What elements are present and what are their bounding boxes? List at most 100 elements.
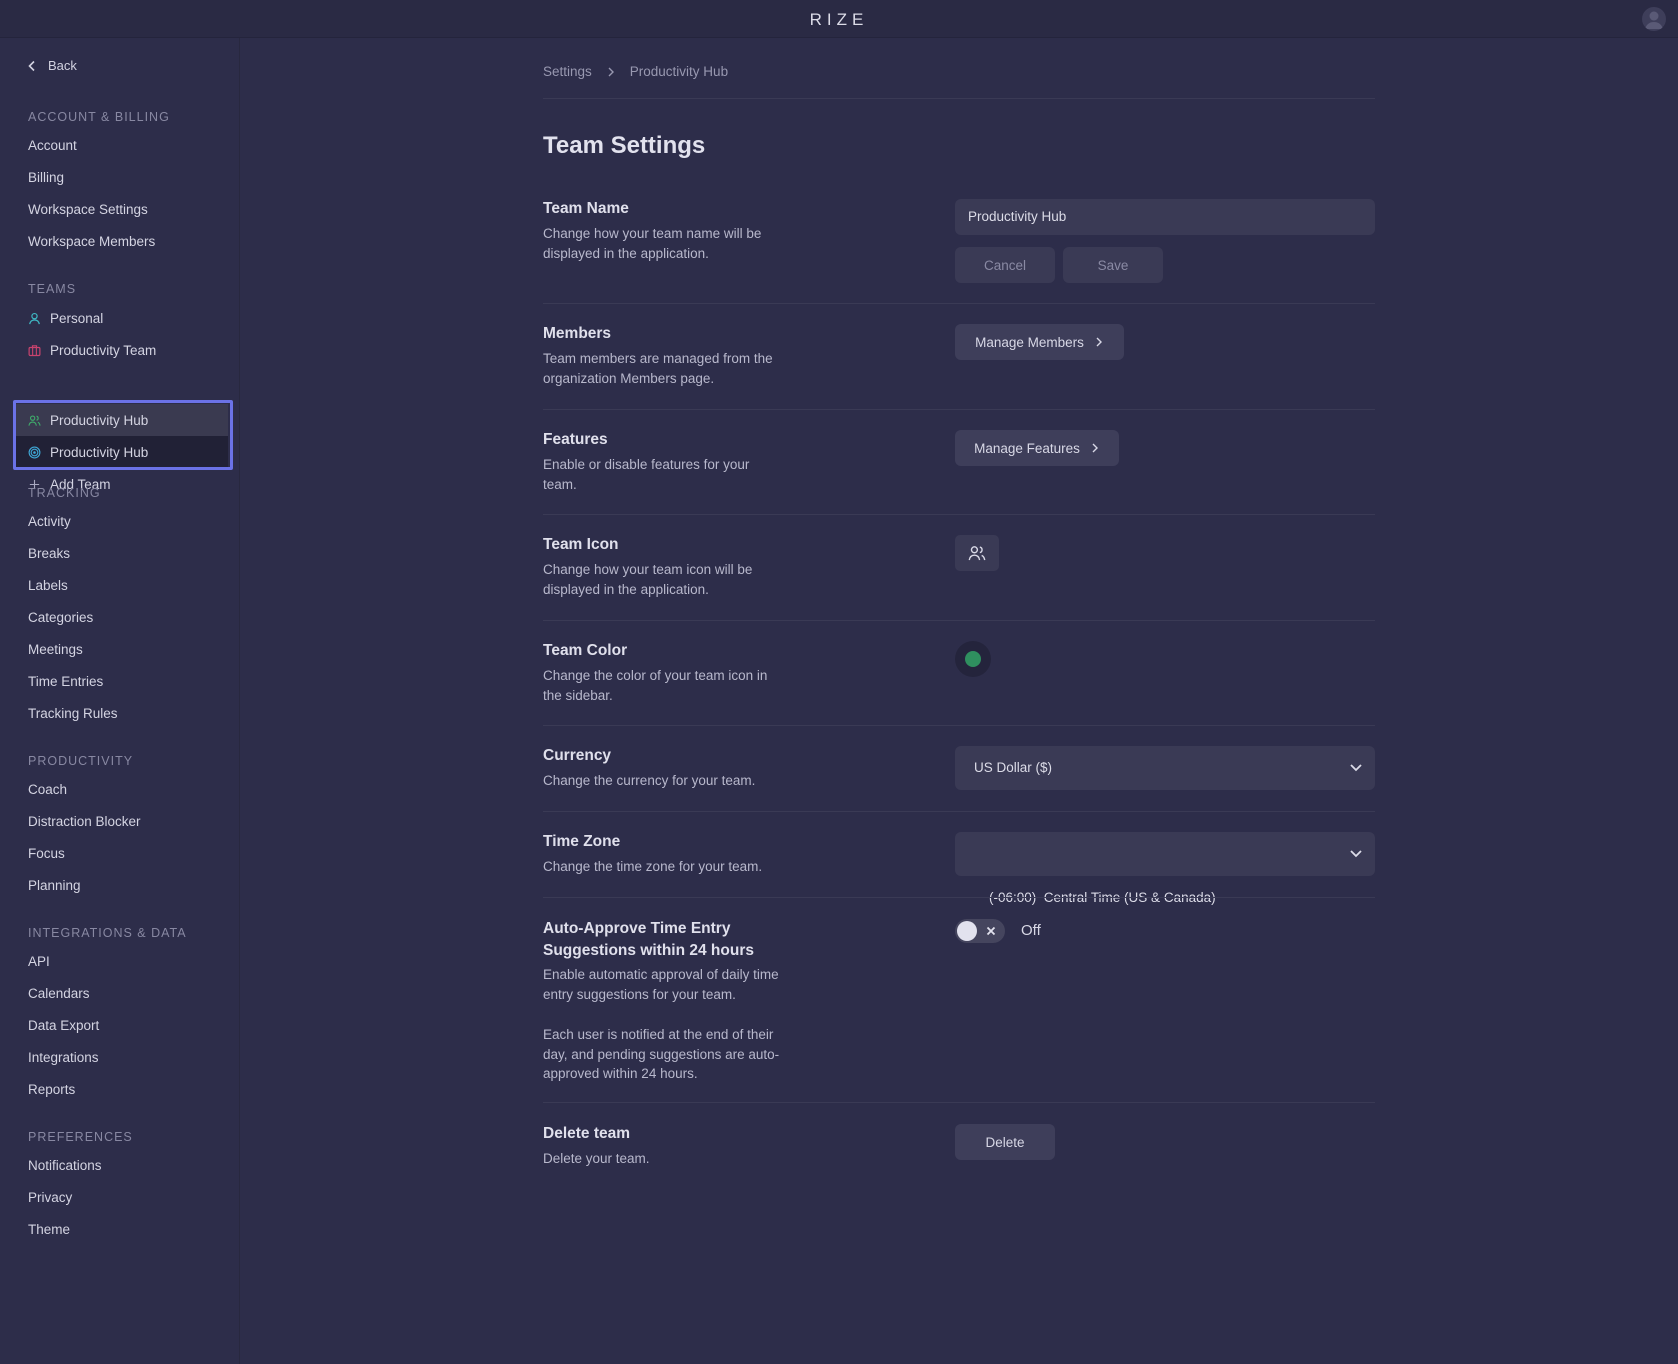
section-tracking: TRACKING (28, 486, 101, 500)
users-icon (968, 546, 986, 561)
team-icon-desc: Change how your team icon will be displa… (543, 562, 753, 597)
timezone-select[interactable]: (-06:00) Central Time (US & Canada) (955, 832, 1375, 905)
breadcrumb: Settings Productivity Hub (543, 64, 728, 79)
sidebar-item-categories[interactable]: Categories (28, 610, 93, 625)
currency-value: US Dollar ($) (974, 760, 1053, 775)
auto-approve-note: Each user is notified at the end of thei… (543, 1027, 780, 1081)
briefcase-icon (28, 344, 41, 356)
sidebar-item-api[interactable]: API (28, 954, 50, 969)
sidebar-item-workspace-members[interactable]: Workspace Members (28, 234, 155, 249)
divider (543, 98, 1375, 99)
chevron-right-icon (608, 67, 614, 76)
chevron-left-icon (28, 60, 35, 71)
manage-members-label: Manage Members (975, 334, 1084, 350)
team-label: Productivity Team (50, 342, 157, 358)
sidebar-team-personal[interactable]: Personal (16, 302, 228, 334)
back-label: Back (48, 58, 77, 73)
team-name-desc: Change how your team name will be displa… (543, 226, 762, 261)
sidebar-item-planning[interactable]: Planning (28, 878, 81, 893)
sidebar-team-productivity-team[interactable]: Productivity Team (16, 334, 228, 366)
sidebar-item-focus[interactable]: Focus (28, 846, 65, 861)
sidebar-item-reports[interactable]: Reports (28, 1082, 75, 1097)
breadcrumb-current: Productivity Hub (629, 64, 729, 79)
members-desc: Team members are managed from the organi… (543, 351, 773, 386)
chevron-down-icon (1350, 764, 1362, 772)
color-swatch (965, 651, 981, 667)
sidebar-item-calendars[interactable]: Calendars (28, 986, 90, 1001)
save-button[interactable]: Save (1063, 247, 1163, 283)
auto-approve-toggle[interactable] (955, 919, 1005, 943)
currency-select[interactable]: US Dollar ($) (955, 746, 1375, 790)
sidebar-item-workspace-settings[interactable]: Workspace Settings (28, 202, 148, 217)
sidebar-item-billing[interactable]: Billing (28, 170, 64, 185)
timezone-title: Time Zone (543, 833, 621, 850)
team-name-input[interactable] (955, 199, 1375, 235)
toggle-knob (957, 921, 977, 941)
auto-approve-title: Auto-Approve Time Entry Suggestions with… (543, 920, 754, 959)
app-logo: RIZE (809, 10, 869, 29)
members-title: Members (543, 325, 612, 342)
sidebar-item-theme[interactable]: Theme (28, 1222, 70, 1237)
divider (543, 303, 1375, 304)
divider (543, 897, 1375, 898)
sidebar-team-productivity-hub[interactable]: Productivity Hub (16, 404, 228, 436)
manage-members-button[interactable]: Manage Members (955, 324, 1124, 360)
sidebar: Back ACCOUNT & BILLING Account Billing W… (0, 38, 240, 1364)
team-name-title: Team Name (543, 200, 629, 217)
team-label: Productivity Hub (50, 412, 149, 428)
divider (543, 811, 1375, 812)
sidebar-item-activity[interactable]: Activity (28, 514, 71, 529)
cancel-button[interactable]: Cancel (955, 247, 1055, 283)
section-preferences: PREFERENCES (28, 1130, 133, 1144)
sidebar-item-integrations[interactable]: Integrations (28, 1050, 99, 1065)
users-icon (28, 414, 41, 426)
delete-button[interactable]: Delete (955, 1124, 1055, 1160)
sidebar-item-labels[interactable]: Labels (28, 578, 68, 593)
delete-team-title: Delete team (543, 1125, 631, 1142)
sidebar-item-tracking-rules[interactable]: Tracking Rules (28, 706, 118, 721)
section-integrations-data: INTEGRATIONS & DATA (28, 926, 187, 940)
sidebar-item-account[interactable]: Account (28, 138, 77, 153)
manage-features-label: Manage Features (974, 440, 1080, 456)
page-title: Team Settings (543, 132, 706, 159)
divider (543, 620, 1375, 621)
top-bar: RIZE (0, 0, 1678, 38)
chevron-right-icon (1092, 443, 1098, 453)
sidebar-item-data-export[interactable]: Data Export (28, 1018, 99, 1033)
section-teams: TEAMS (28, 282, 77, 296)
features-desc: Enable or disable features for your team… (543, 457, 750, 492)
team-color-title: Team Color (543, 642, 628, 659)
auto-approve-desc: Enable automatic approval of daily time … (543, 967, 779, 1002)
sidebar-item-privacy[interactable]: Privacy (28, 1190, 72, 1205)
breadcrumb-settings[interactable]: Settings (543, 64, 592, 79)
chevron-down-icon (1350, 850, 1362, 858)
user-avatar[interactable] (1642, 7, 1666, 31)
close-icon (986, 926, 996, 936)
section-account-billing: ACCOUNT & BILLING (28, 110, 170, 124)
sidebar-item-distraction-blocker[interactable]: Distraction Blocker (28, 814, 141, 829)
person-icon (29, 312, 40, 324)
sidebar-item-coach[interactable]: Coach (28, 782, 67, 797)
team-color-picker[interactable] (955, 641, 991, 677)
sidebar-item-meetings[interactable]: Meetings (28, 642, 83, 657)
manage-features-button[interactable]: Manage Features (955, 430, 1119, 466)
divider (543, 514, 1375, 515)
toggle-state-label: Off (1021, 922, 1041, 939)
section-productivity: PRODUCTIVITY (28, 754, 134, 768)
team-color-desc: Change the color of your team icon in th… (543, 668, 768, 703)
sidebar-item-time-entries[interactable]: Time Entries (28, 674, 103, 689)
team-icon-picker[interactable] (955, 535, 999, 571)
sidebar-item-notifications[interactable]: Notifications (28, 1158, 102, 1173)
sidebar-item-breaks[interactable]: Breaks (28, 546, 70, 561)
team-label: Personal (50, 310, 104, 326)
back-button[interactable]: Back (26, 58, 77, 73)
divider (543, 1102, 1375, 1103)
divider (543, 725, 1375, 726)
delete-team-desc: Delete your team. (543, 1151, 650, 1166)
team-icon-title: Team Icon (543, 536, 619, 553)
team-label: Productivity Hub (50, 444, 149, 460)
currency-desc: Change the currency for your team. (543, 773, 756, 788)
chevron-right-icon (1096, 337, 1102, 347)
sidebar-team-productivity-hub-2[interactable]: Productivity Hub (16, 436, 228, 468)
divider (543, 409, 1375, 410)
